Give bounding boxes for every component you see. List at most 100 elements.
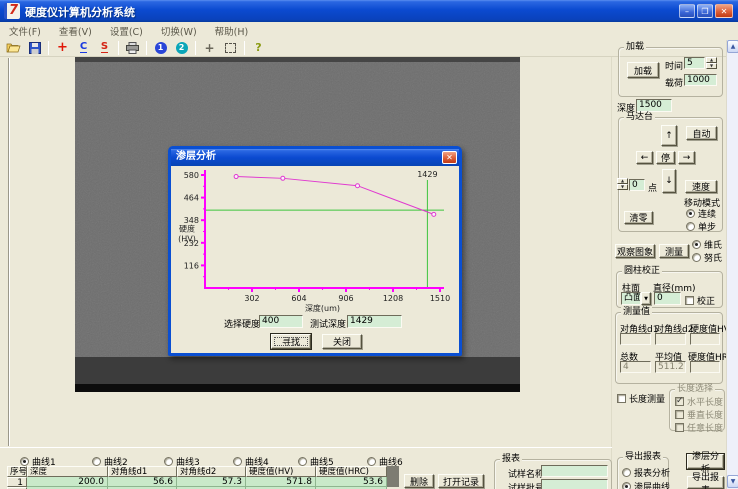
row-header[interactable]: 1	[7, 477, 27, 487]
checkbox-icon	[675, 397, 684, 406]
cell-hv[interactable]: 571.8	[246, 477, 316, 487]
vickers-radio[interactable]: 维氏	[692, 238, 722, 251]
points-label: 点	[648, 181, 657, 194]
radio-icon	[298, 457, 307, 466]
sample-batch-label: 试样批号	[508, 481, 544, 489]
view-2-icon[interactable]: 2	[172, 40, 191, 56]
sample-name-label: 试样名称	[508, 467, 544, 480]
motor-down-button[interactable]: ↓	[662, 169, 676, 193]
measure-button[interactable]: 测量	[659, 244, 689, 258]
depth-field[interactable]: 1500	[636, 99, 672, 112]
points-spinner[interactable]: ▲▼	[617, 178, 628, 190]
avg-field[interactable]: 511.27	[655, 361, 686, 373]
svg-text:(HV): (HV)	[178, 235, 196, 244]
dialog-close-icon[interactable]: ✕	[442, 151, 457, 164]
help-icon[interactable]: ?	[249, 40, 268, 56]
mode-continuous-radio[interactable]: 连续	[686, 207, 716, 220]
view-1-icon[interactable]: 1	[151, 40, 170, 56]
col-header-d1: 对角线d1	[108, 466, 177, 477]
panel-scrollbar[interactable]: ▲ ▼	[726, 40, 738, 489]
svg-text:116: 116	[184, 261, 199, 270]
diameter-field[interactable]: 0	[654, 292, 681, 305]
col-header-hrc: 硬度值(HRC)	[316, 466, 387, 477]
points-field[interactable]: 0	[629, 179, 645, 191]
delete-button[interactable]: 删除	[404, 474, 434, 488]
any-length-checkbox[interactable]: 任意长度	[675, 421, 723, 434]
report-analysis-radio[interactable]: 报表分析	[622, 466, 670, 479]
layer-curve-radio[interactable]: 渗层曲线	[622, 480, 670, 489]
menu-file[interactable]: 文件(F)	[0, 24, 50, 38]
select-hardness-field[interactable]: 400	[259, 315, 303, 328]
test-depth-label: 测试深度	[310, 317, 346, 330]
menu-switch[interactable]: 切换(W)	[152, 24, 206, 38]
menu-settings[interactable]: 设置(C)	[101, 24, 152, 38]
checkbox-icon	[675, 410, 684, 419]
curve-c-icon[interactable]: C	[74, 40, 93, 56]
knoop-radio[interactable]: 努氏	[692, 251, 722, 264]
time-label: 时间	[665, 59, 683, 72]
length-measure-checkbox[interactable]: 长度测量	[617, 392, 665, 405]
open-record-button[interactable]: 打开记录	[438, 474, 484, 488]
frame-icon[interactable]	[221, 40, 240, 56]
svg-text:580: 580	[184, 171, 199, 180]
toolbar-separator	[48, 41, 49, 55]
horizontal-length-checkbox[interactable]: 水平长度	[675, 395, 723, 408]
motor-auto-button[interactable]: 自动	[686, 126, 717, 140]
load-button[interactable]: 加载	[627, 62, 659, 78]
print-icon[interactable]	[123, 40, 142, 56]
curve-s-icon[interactable]: S	[95, 40, 114, 56]
find-button[interactable]: 寻找	[271, 334, 311, 349]
col-header-d2: 对角线d2	[177, 466, 246, 477]
dialog-close-button[interactable]: 关闭	[322, 334, 362, 349]
layer-analysis-button[interactable]: 渗层分析	[687, 454, 724, 469]
cell-hrc[interactable]: 53.6	[316, 477, 387, 487]
time-field[interactable]: 5	[684, 57, 705, 69]
close-button[interactable]: ✕	[715, 4, 733, 18]
save-icon[interactable]	[25, 40, 44, 56]
toolbar-separator	[146, 41, 147, 55]
toolbar-separator	[118, 41, 119, 55]
motor-stop-button[interactable]: 停	[656, 151, 675, 164]
hv-field[interactable]	[690, 333, 720, 345]
crosshair-icon[interactable]: +	[200, 40, 219, 56]
d2-field[interactable]	[655, 333, 686, 345]
radio-icon	[692, 240, 701, 249]
motor-right-button[interactable]: →	[678, 151, 695, 164]
radio-icon	[233, 457, 242, 466]
sample-batch-field[interactable]	[541, 479, 608, 489]
cell-depth[interactable]: 200.0	[27, 477, 108, 487]
bottom-divider	[0, 447, 612, 448]
vertical-length-checkbox[interactable]: 垂直长度	[675, 408, 723, 421]
count-field[interactable]: 4	[620, 361, 651, 373]
correct-checkbox[interactable]: 校正	[685, 294, 715, 307]
face-dropdown[interactable]: 凸面	[621, 292, 641, 305]
weight-field[interactable]: 1000	[684, 74, 717, 86]
observe-image-button[interactable]: 观察图象	[615, 244, 655, 258]
restore-button[interactable]: ❐	[697, 4, 713, 18]
hrc-field[interactable]	[690, 361, 720, 373]
scroll-down-icon[interactable]: ▼	[727, 475, 738, 488]
scroll-up-icon[interactable]: ▲	[727, 40, 738, 53]
minimize-button[interactable]: –	[679, 4, 695, 18]
add-cross-icon[interactable]: +	[53, 40, 72, 56]
export-report-button[interactable]: 导出报表	[687, 476, 724, 489]
menu-view[interactable]: 查看(V)	[50, 24, 101, 38]
d1-field[interactable]	[620, 333, 651, 345]
motor-up-button[interactable]: ↑	[661, 125, 677, 146]
motor-left-button[interactable]: ←	[636, 151, 653, 164]
cell-d1[interactable]: 56.6	[108, 477, 177, 487]
mode-step-radio[interactable]: 单步	[686, 220, 716, 233]
speed-button[interactable]: 速度	[685, 180, 717, 193]
cell-d2[interactable]: 57.3	[177, 477, 246, 487]
sample-name-field[interactable]	[541, 465, 608, 477]
zero-button[interactable]: 清零	[624, 211, 653, 224]
left-splitter[interactable]	[8, 58, 10, 446]
window-title: 硬度仪计算机分析系统	[25, 4, 135, 20]
menu-help[interactable]: 帮助(H)	[206, 24, 258, 38]
title-bar: 7 硬度仪计算机分析系统 – ❐ ✕	[0, 0, 738, 22]
open-icon[interactable]	[4, 40, 23, 56]
checkbox-icon	[675, 423, 684, 432]
face-dropdown-arrow-icon[interactable]: ▼	[641, 292, 651, 305]
time-spinner[interactable]: ▲▼	[706, 57, 717, 69]
test-depth-field[interactable]: 1429	[347, 315, 402, 328]
